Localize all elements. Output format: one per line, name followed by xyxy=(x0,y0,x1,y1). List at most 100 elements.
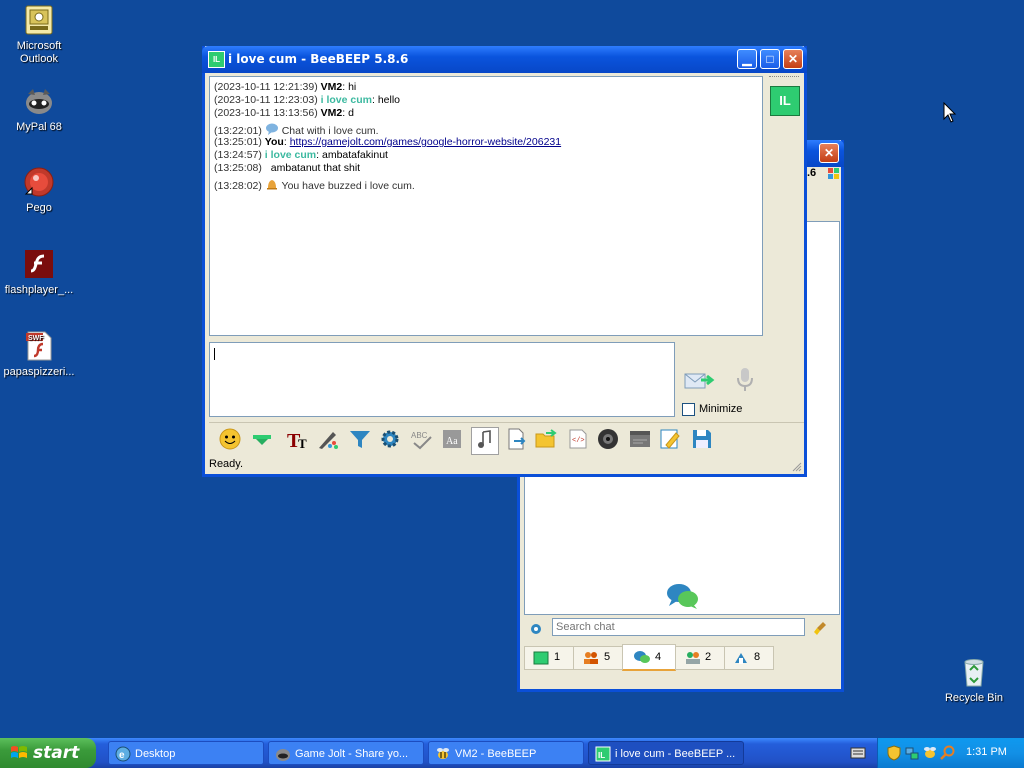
chat-message: (13:28:02) You have buzzed i love cum. xyxy=(214,178,415,193)
tab-groups[interactable]: 2 xyxy=(675,646,725,670)
clear-search-icon[interactable] xyxy=(814,620,830,639)
desktop-folder-icon: e xyxy=(115,746,131,762)
tab-file-sharing[interactable]: 8 xyxy=(724,646,774,670)
font-button[interactable]: TT xyxy=(285,427,311,453)
taskbar-item-desktop[interactable]: e Desktop xyxy=(108,741,264,765)
chat-message: (2023-10-11 13:13:56) VM2: d xyxy=(214,107,354,120)
dictionary-button[interactable]: Aa xyxy=(439,427,465,453)
clear-chat-button[interactable] xyxy=(627,427,653,453)
tab-contacts[interactable]: 5 xyxy=(573,646,623,670)
desktop-icon-label: MyPal 68 xyxy=(16,121,62,133)
message-user: VM2 xyxy=(320,107,343,119)
message-user: i love cum xyxy=(320,94,372,106)
desktop-icon-pego[interactable]: Pego xyxy=(0,166,78,215)
tab-count: 8 xyxy=(754,651,761,663)
taskbar-item-vm2-beebeep[interactable]: VM2 - BeeBEEP xyxy=(428,741,584,765)
chat-message: (2023-10-11 12:23:03) i love cum: hello xyxy=(214,94,400,107)
minimize-checkbox[interactable] xyxy=(682,403,695,416)
mouse-cursor-icon xyxy=(943,102,957,123)
sound-toggle-button[interactable] xyxy=(471,427,499,455)
outlook-icon xyxy=(23,4,55,36)
desktop-icon-label: papaspizzeri... xyxy=(3,366,75,378)
search-options-icon[interactable] xyxy=(528,621,544,640)
security-shield-icon[interactable] xyxy=(886,745,902,761)
message-text: : hello xyxy=(372,94,401,106)
message-time: (2023-10-11 13:13:56) xyxy=(214,107,318,119)
screenshot-button[interactable] xyxy=(595,427,621,453)
mypal-icon xyxy=(276,749,290,761)
message-text: : ambatafakinut xyxy=(316,149,388,161)
network-icon[interactable] xyxy=(904,745,920,761)
close-button[interactable]: ✕ xyxy=(783,49,803,69)
tab-count: 4 xyxy=(655,651,662,663)
message-link[interactable]: https://gamejolt.com/games/google-horror… xyxy=(290,136,561,148)
beebeep-tray-icon[interactable] xyxy=(922,745,938,761)
message-input[interactable] xyxy=(209,342,675,417)
send-file-button[interactable] xyxy=(533,427,559,453)
keyboard-icon[interactable] xyxy=(850,746,866,760)
tab-users[interactable]: 1 xyxy=(524,646,574,670)
chat-message: (13:24:57) i love cum: ambatafakinut xyxy=(214,149,388,162)
message-text: : hi xyxy=(342,81,357,93)
svg-text:SWF: SWF xyxy=(28,335,44,342)
desktop-icon-mypal[interactable]: MyPal 68 xyxy=(0,85,78,134)
code-icon: </> xyxy=(569,429,587,449)
groups-icon xyxy=(686,652,700,664)
search-chat-input[interactable] xyxy=(552,618,805,636)
taskbar-item-label: VM2 - BeeBEEP xyxy=(455,748,537,760)
window-title: i love cum - BeeBEEP 5.8.6 xyxy=(228,52,409,66)
tab-chats[interactable]: 4 xyxy=(622,644,676,671)
share-icon xyxy=(735,653,747,664)
green-dropdown-icon xyxy=(253,435,271,445)
spellcheck-button[interactable]: ABC xyxy=(409,427,435,453)
chat-bubbles-icon xyxy=(666,582,700,613)
member-panel: IL xyxy=(767,76,801,420)
taskbar-item-gamejolt[interactable]: Game Jolt - Share yo... xyxy=(268,741,424,765)
message-user: i love cum xyxy=(264,149,317,161)
pencil-palette-icon xyxy=(319,432,338,449)
pego-icon xyxy=(23,166,55,198)
maximize-button[interactable]: □ xyxy=(760,49,780,69)
search-icon[interactable] xyxy=(940,745,956,761)
filter-button[interactable] xyxy=(347,427,373,453)
resize-grip-icon[interactable] xyxy=(792,462,802,472)
message-user: VM2 xyxy=(320,81,343,93)
desktop-icon-recycle-bin[interactable]: Recycle Bin xyxy=(935,656,1013,705)
beebeep-chat-window[interactable]: IL i love cum - BeeBEEP 5.8.6 ▁ □ ✕ (202… xyxy=(202,46,807,477)
emoticon-button[interactable] xyxy=(217,427,243,453)
desktop: Microsoft Outlook MyPal 68 Pego flashpla… xyxy=(0,0,1024,738)
desktop-icon-outlook[interactable]: Microsoft Outlook xyxy=(0,4,78,66)
taskbar-item-chat-beebeep[interactable]: IL i love cum - BeeBEEP ... xyxy=(588,741,744,765)
desktop-icon-papaspizzeria[interactable]: SWF papaspizzeri... xyxy=(0,330,78,379)
close-button[interactable]: ✕ xyxy=(819,143,839,163)
code-button[interactable]: </> xyxy=(565,427,591,453)
color-button[interactable] xyxy=(315,427,341,453)
desktop-icon-flashplayer[interactable]: flashplayer_... xyxy=(0,248,78,297)
edit-button[interactable] xyxy=(657,427,683,453)
music-note-icon xyxy=(478,430,491,448)
send-icon[interactable] xyxy=(683,368,715,395)
tab-count: 1 xyxy=(554,651,561,663)
emoticons-menu-button[interactable] xyxy=(249,427,275,453)
dictionary-icon: Aa xyxy=(443,430,461,448)
svg-text:</>: </> xyxy=(572,437,585,445)
member-avatar[interactable]: IL xyxy=(770,86,800,116)
start-button[interactable]: start xyxy=(0,738,96,768)
minimize-button[interactable]: ▁ xyxy=(737,49,757,69)
camera-icon xyxy=(598,429,618,449)
microphone-icon[interactable] xyxy=(735,366,755,397)
user-icon xyxy=(533,651,549,665)
users-icon xyxy=(584,652,598,664)
recycle-bin-icon xyxy=(958,656,990,688)
desktop-icon-label: Microsoft Outlook xyxy=(16,40,62,65)
chat-log[interactable]: (2023-10-11 12:21:39) VM2: hi (2023-10-1… xyxy=(209,76,763,336)
mypal-icon xyxy=(23,85,55,117)
settings-button[interactable] xyxy=(377,427,403,453)
panel-divider xyxy=(769,76,799,78)
windows-flag-icon xyxy=(828,168,839,179)
save-chat-button[interactable] xyxy=(503,427,529,453)
svg-text:T: T xyxy=(298,436,307,451)
save-button[interactable] xyxy=(689,427,715,453)
windows-logo-icon xyxy=(11,746,27,758)
svg-text:Aa: Aa xyxy=(446,436,458,447)
